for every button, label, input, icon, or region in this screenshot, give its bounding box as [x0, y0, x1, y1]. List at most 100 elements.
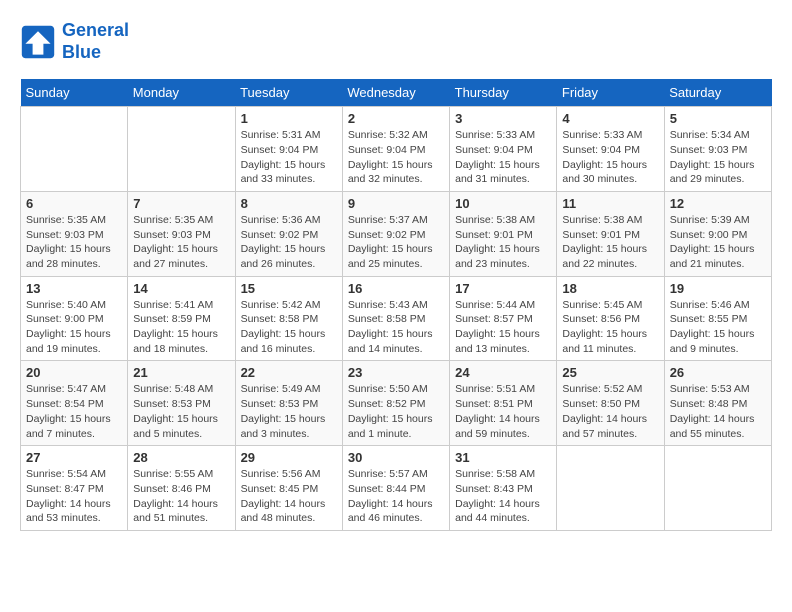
- day-info: Sunrise: 5:38 AMSunset: 9:01 PMDaylight:…: [455, 213, 551, 272]
- day-info: Sunrise: 5:39 AMSunset: 9:00 PMDaylight:…: [670, 213, 766, 272]
- day-number: 22: [241, 365, 337, 380]
- calendar-cell: 7Sunrise: 5:35 AMSunset: 9:03 PMDaylight…: [128, 191, 235, 276]
- calendar-cell: 15 Sunrise: 5:42 AMSunset: 8:58 PMDayligh…: [235, 276, 342, 361]
- calendar-cell: 3Sunrise: 5:33 AMSunset: 9:04 PMDaylight…: [450, 107, 557, 192]
- day-info: Sunrise: 5:48 AMSunset: 8:53 PMDaylight:…: [133, 382, 229, 441]
- calendar-week-row: 6Sunrise: 5:35 AMSunset: 9:03 PMDaylight…: [21, 191, 772, 276]
- day-info: Sunrise: 5:37 AMSunset: 9:02 PMDaylight:…: [348, 213, 444, 272]
- calendar-cell: 31 Sunrise: 5:58 AMSunset: 8:43 PMDayligh…: [450, 446, 557, 531]
- day-number: 17: [455, 281, 551, 296]
- day-number: 24: [455, 365, 551, 380]
- day-info: Sunrise: 5:36 AMSunset: 9:02 PMDaylight:…: [241, 213, 337, 272]
- day-info: Sunrise: 5:38 AMSunset: 9:01 PMDaylight:…: [562, 213, 658, 272]
- logo: General Blue: [20, 20, 129, 63]
- calendar-cell: [128, 107, 235, 192]
- calendar-cell: 6Sunrise: 5:35 AMSunset: 9:03 PMDaylight…: [21, 191, 128, 276]
- calendar-cell: 19 Sunrise: 5:46 AMSunset: 8:55 PMDayligh…: [664, 276, 771, 361]
- calendar-cell: 13Sunrise: 5:40 AMSunset: 9:00 PMDayligh…: [21, 276, 128, 361]
- day-info: Sunrise: 5:56 AMSunset: 8:45 PMDaylight:…: [241, 467, 337, 526]
- day-number: 11: [562, 196, 658, 211]
- day-info: Sunrise: 5:35 AMSunset: 9:03 PMDaylight:…: [26, 213, 122, 272]
- day-of-week-header: Saturday: [664, 79, 771, 107]
- day-number: 29: [241, 450, 337, 465]
- calendar-cell: [664, 446, 771, 531]
- day-number: 28: [133, 450, 229, 465]
- calendar-cell: 23 Sunrise: 5:50 AMSunset: 8:52 PMDayligh…: [342, 361, 449, 446]
- day-info: Sunrise: 5:31 AMSunset: 9:04 PMDaylight:…: [241, 128, 337, 187]
- day-info: Sunrise: 5:49 AMSunset: 8:53 PMDaylight:…: [241, 382, 337, 441]
- day-info: Sunrise: 5:44 AMSunset: 8:57 PMDaylight:…: [455, 298, 551, 357]
- calendar-cell: 22 Sunrise: 5:49 AMSunset: 8:53 PMDayligh…: [235, 361, 342, 446]
- day-info: Sunrise: 5:45 AMSunset: 8:56 PMDaylight:…: [562, 298, 658, 357]
- logo-text: General Blue: [62, 20, 129, 63]
- calendar-week-row: 13Sunrise: 5:40 AMSunset: 9:00 PMDayligh…: [21, 276, 772, 361]
- day-info: Sunrise: 5:54 AMSunset: 8:47 PMDaylight:…: [26, 467, 122, 526]
- calendar-week-row: 20 Sunrise: 5:47 AMSunset: 8:54 PMDayligh…: [21, 361, 772, 446]
- day-number: 8: [241, 196, 337, 211]
- day-number: 15: [241, 281, 337, 296]
- calendar-cell: 1 Sunrise: 5:31 AMSunset: 9:04 PMDaylight…: [235, 107, 342, 192]
- calendar-table: SundayMondayTuesdayWednesdayThursdayFrid…: [20, 79, 772, 531]
- calendar-cell: 26Sunrise: 5:53 AMSunset: 8:48 PMDayligh…: [664, 361, 771, 446]
- day-number: 1: [241, 111, 337, 126]
- day-number: 18: [562, 281, 658, 296]
- calendar-cell: [21, 107, 128, 192]
- calendar-cell: [557, 446, 664, 531]
- day-info: Sunrise: 5:42 AMSunset: 8:58 PMDaylight:…: [241, 298, 337, 357]
- day-number: 14: [133, 281, 229, 296]
- day-number: 4: [562, 111, 658, 126]
- day-info: Sunrise: 5:57 AMSunset: 8:44 PMDaylight:…: [348, 467, 444, 526]
- day-number: 3: [455, 111, 551, 126]
- day-of-week-header: Tuesday: [235, 79, 342, 107]
- day-number: 31: [455, 450, 551, 465]
- day-number: 21: [133, 365, 229, 380]
- calendar-cell: 30 Sunrise: 5:57 AMSunset: 8:44 PMDayligh…: [342, 446, 449, 531]
- logo-icon: [20, 24, 56, 60]
- day-number: 30: [348, 450, 444, 465]
- day-number: 7: [133, 196, 229, 211]
- day-number: 2: [348, 111, 444, 126]
- day-info: Sunrise: 5:41 AMSunset: 8:59 PMDaylight:…: [133, 298, 229, 357]
- calendar-cell: 29 Sunrise: 5:56 AMSunset: 8:45 PMDayligh…: [235, 446, 342, 531]
- day-number: 23: [348, 365, 444, 380]
- calendar-cell: 28 Sunrise: 5:55 AMSunset: 8:46 PMDayligh…: [128, 446, 235, 531]
- day-number: 27: [26, 450, 122, 465]
- calendar-cell: 17 Sunrise: 5:44 AMSunset: 8:57 PMDayligh…: [450, 276, 557, 361]
- day-number: 19: [670, 281, 766, 296]
- day-info: Sunrise: 5:55 AMSunset: 8:46 PMDaylight:…: [133, 467, 229, 526]
- calendar-cell: 27 Sunrise: 5:54 AMSunset: 8:47 PMDayligh…: [21, 446, 128, 531]
- day-info: Sunrise: 5:33 AMSunset: 9:04 PMDaylight:…: [562, 128, 658, 187]
- calendar-cell: 10 Sunrise: 5:38 AMSunset: 9:01 PMDayligh…: [450, 191, 557, 276]
- day-info: Sunrise: 5:50 AMSunset: 8:52 PMDaylight:…: [348, 382, 444, 441]
- calendar-cell: 2 Sunrise: 5:32 AMSunset: 9:04 PMDaylight…: [342, 107, 449, 192]
- day-info: Sunrise: 5:58 AMSunset: 8:43 PMDaylight:…: [455, 467, 551, 526]
- day-number: 20: [26, 365, 122, 380]
- day-number: 10: [455, 196, 551, 211]
- day-info: Sunrise: 5:46 AMSunset: 8:55 PMDaylight:…: [670, 298, 766, 357]
- day-number: 16: [348, 281, 444, 296]
- day-number: 5: [670, 111, 766, 126]
- day-info: Sunrise: 5:32 AMSunset: 9:04 PMDaylight:…: [348, 128, 444, 187]
- day-info: Sunrise: 5:34 AMSunset: 9:03 PMDaylight:…: [670, 128, 766, 187]
- calendar-cell: 20 Sunrise: 5:47 AMSunset: 8:54 PMDayligh…: [21, 361, 128, 446]
- calendar-cell: 5 Sunrise: 5:34 AMSunset: 9:03 PMDaylight…: [664, 107, 771, 192]
- day-of-week-header: Sunday: [21, 79, 128, 107]
- calendar-cell: 25Sunrise: 5:52 AMSunset: 8:50 PMDayligh…: [557, 361, 664, 446]
- calendar-cell: 4 Sunrise: 5:33 AMSunset: 9:04 PMDaylight…: [557, 107, 664, 192]
- calendar-cell: 8 Sunrise: 5:36 AMSunset: 9:02 PMDaylight…: [235, 191, 342, 276]
- page-header: General Blue: [20, 20, 772, 63]
- day-info: Sunrise: 5:47 AMSunset: 8:54 PMDaylight:…: [26, 382, 122, 441]
- calendar-cell: 16Sunrise: 5:43 AMSunset: 8:58 PMDayligh…: [342, 276, 449, 361]
- calendar-cell: 14 Sunrise: 5:41 AMSunset: 8:59 PMDayligh…: [128, 276, 235, 361]
- calendar-cell: 11 Sunrise: 5:38 AMSunset: 9:01 PMDayligh…: [557, 191, 664, 276]
- day-of-week-header: Wednesday: [342, 79, 449, 107]
- day-info: Sunrise: 5:52 AMSunset: 8:50 PMDaylight:…: [562, 382, 658, 441]
- calendar-cell: 18 Sunrise: 5:45 AMSunset: 8:56 PMDayligh…: [557, 276, 664, 361]
- calendar-cell: 9Sunrise: 5:37 AMSunset: 9:02 PMDaylight…: [342, 191, 449, 276]
- day-of-week-header: Thursday: [450, 79, 557, 107]
- day-number: 12: [670, 196, 766, 211]
- day-of-week-header: Monday: [128, 79, 235, 107]
- calendar-week-row: 1 Sunrise: 5:31 AMSunset: 9:04 PMDaylight…: [21, 107, 772, 192]
- calendar-cell: 21 Sunrise: 5:48 AMSunset: 8:53 PMDayligh…: [128, 361, 235, 446]
- day-number: 26: [670, 365, 766, 380]
